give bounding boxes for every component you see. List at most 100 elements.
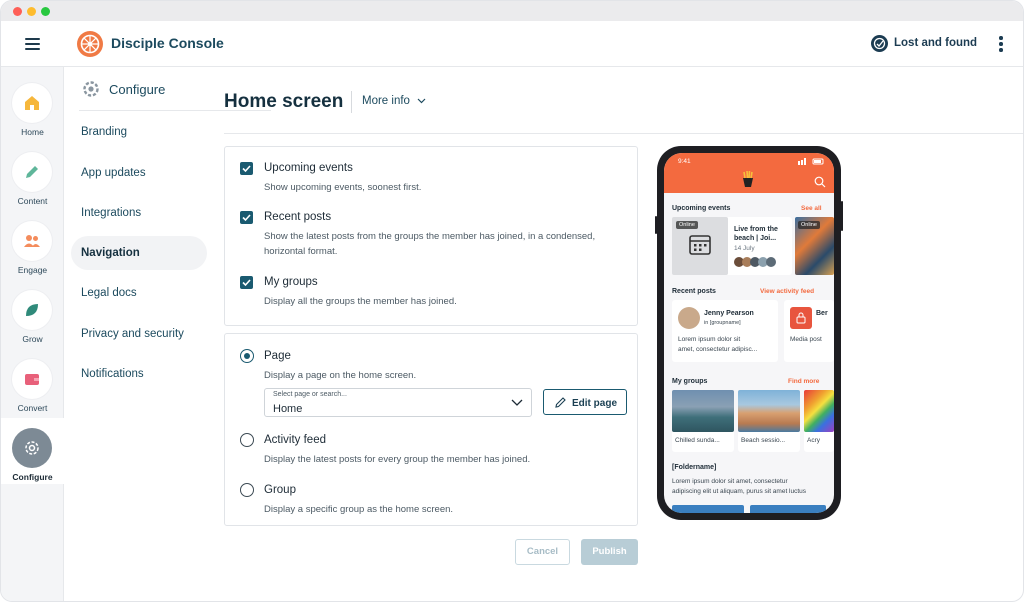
subnav-item-privacy-security[interactable]: Privacy and security (71, 317, 207, 351)
brand-logo-icon (77, 31, 103, 57)
rail-icon-wrap (12, 290, 52, 330)
group-radio[interactable] (240, 483, 254, 497)
primary-rail: Home Content Engage Grow Convert Configu… (1, 67, 64, 601)
sections-card: Upcoming events Show upcoming events, so… (224, 146, 638, 326)
post-group-name: in [groupname] (704, 320, 741, 326)
rail-item-grow[interactable]: Grow (1, 280, 64, 346)
event-thumbnail-2[interactable]: Online (795, 217, 834, 275)
post-text-line2: amet, consectetur adipisc... (678, 346, 758, 353)
pencil-icon (26, 166, 38, 178)
phone-preview: 9:41 Upcoming events See all Online Live… (655, 146, 843, 520)
rail-item-configure[interactable]: Configure (1, 418, 64, 484)
upcoming-events-checkbox[interactable] (240, 162, 253, 175)
event-title-line2: beach | Joi... (734, 235, 777, 242)
subnav-item-notifications[interactable]: Notifications (71, 357, 207, 391)
status-icons (798, 158, 824, 165)
subnav-title: Configure (109, 82, 166, 97)
cancel-button[interactable]: Cancel (515, 539, 570, 565)
menu-icon[interactable] (25, 38, 40, 50)
recent-posts-title: Recent posts (264, 211, 332, 223)
upcoming-events-desc: Show upcoming events, soonest first. (264, 182, 422, 193)
pencil-icon (555, 397, 566, 408)
subnav-item-navigation[interactable]: Navigation (71, 236, 207, 270)
publish-button[interactable]: Publish (581, 539, 638, 565)
page-select[interactable]: Select page or search... Home (264, 388, 532, 417)
leaf-icon (26, 304, 38, 316)
rail-item-home[interactable]: Home (1, 73, 64, 139)
phone-upcoming-heading: Upcoming events (672, 205, 731, 212)
community-avatar-icon[interactable] (871, 35, 888, 52)
subnav-item-integrations[interactable]: Integrations (71, 196, 207, 230)
more-info-button[interactable]: More info (362, 95, 410, 107)
people-icon (24, 235, 40, 247)
main-content: Home screen More info Upcoming events Sh… (213, 67, 1023, 601)
page-option-desc: Display a page on the home screen. (264, 370, 417, 381)
phone-event-card[interactable]: Online Live from the beach | Joi... 14 J… (672, 217, 792, 275)
phone-groups-heading: My groups (672, 378, 708, 385)
gear-icon (25, 441, 39, 455)
subnav-item-branding[interactable]: Branding (71, 115, 207, 149)
folder-item-1[interactable] (672, 505, 744, 513)
app-window: Disciple Console Lost and found Home Con… (0, 0, 1024, 602)
edit-page-button[interactable]: Edit page (543, 389, 627, 415)
folder-item-2[interactable] (750, 505, 826, 513)
phone-view-feed-link[interactable]: View activity feed (760, 288, 814, 295)
post2-author: Ber (816, 310, 828, 317)
phone-screen: 9:41 Upcoming events See all Online Live… (664, 153, 834, 513)
rail-label: Configure (12, 472, 53, 482)
fries-logo-icon (743, 170, 753, 187)
group-card-2[interactable]: Beach sessio... (738, 390, 800, 452)
rail-icon-wrap (12, 428, 52, 468)
recent-posts-checkbox[interactable] (240, 211, 253, 224)
subnav-item-legal-docs[interactable]: Legal docs (71, 276, 207, 310)
lock-icon (796, 312, 806, 324)
home-icon (25, 96, 39, 110)
group-name-3: Acry (807, 437, 820, 444)
group-name-2: Beach sessio... (741, 437, 786, 444)
phone-see-all-link[interactable]: See all (801, 205, 822, 212)
chevron-down-icon[interactable] (417, 98, 426, 104)
phone-post-card-2[interactable]: Ber Media post (784, 300, 834, 362)
search-icon[interactable] (814, 176, 826, 188)
post-author-avatar (678, 307, 700, 329)
group-option-desc: Display a specific group as the home scr… (264, 504, 454, 515)
media-post-thumb (790, 307, 812, 329)
my-groups-checkbox[interactable] (240, 276, 253, 289)
maximize-window-button[interactable] (41, 7, 50, 16)
online-badge-2: Online (798, 221, 820, 229)
my-groups-desc: Display all the groups the member has jo… (264, 296, 457, 307)
rail-item-content[interactable]: Content (1, 142, 64, 208)
top-header: Disciple Console Lost and found (1, 21, 1023, 67)
wallet-icon (25, 374, 39, 385)
home-type-card: Page Display a page on the home screen. … (224, 333, 638, 526)
rail-icon-wrap (12, 152, 52, 192)
edit-page-label: Edit page (572, 398, 618, 409)
rail-label: Content (17, 196, 48, 206)
post2-text: Media post (790, 336, 822, 343)
brand-name: Disciple Console (111, 35, 224, 51)
rail-icon-wrap (12, 221, 52, 261)
rail-item-engage[interactable]: Engage (1, 211, 64, 277)
title-divider (351, 91, 352, 113)
attendee-avatars (734, 257, 782, 267)
rail-item-convert[interactable]: Convert (1, 349, 64, 415)
folder-text-line2: adipiscing elit ut aliquam, purus sit am… (672, 488, 807, 495)
close-window-button[interactable] (13, 7, 22, 16)
phone-time: 9:41 (678, 158, 691, 165)
phone-find-more-link[interactable]: Find more (788, 378, 819, 385)
more-options-icon[interactable] (999, 36, 1003, 54)
activity-feed-title: Activity feed (264, 434, 326, 446)
group-thumb-2 (738, 390, 800, 432)
subnav-item-app-updates[interactable]: App updates (71, 156, 207, 190)
rail-icon-wrap (12, 83, 52, 123)
activity-feed-radio[interactable] (240, 433, 254, 447)
page-radio[interactable] (240, 349, 254, 363)
page-option-title: Page (264, 350, 291, 362)
group-thumb-1 (672, 390, 734, 432)
community-name[interactable]: Lost and found (894, 37, 977, 49)
page-select-value: Home (273, 403, 303, 415)
minimize-window-button[interactable] (27, 7, 36, 16)
group-card-1[interactable]: Chilled sunda... (672, 390, 734, 452)
group-card-3[interactable]: Acry (804, 390, 834, 452)
phone-post-card[interactable]: Jenny Pearson in [groupname] Lorem ipsum… (672, 300, 778, 362)
